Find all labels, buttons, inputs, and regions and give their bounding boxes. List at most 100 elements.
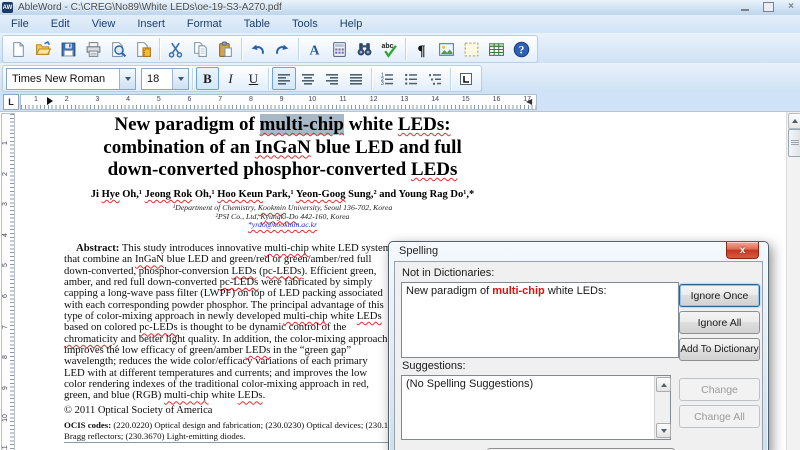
formatting-toolbar: Times New Roman 18 B I U 123: [0, 63, 800, 92]
right-margin-marker[interactable]: ◀: [526, 97, 532, 107]
ruler-number: 9: [279, 96, 284, 103]
ruler-number: 11: [339, 96, 347, 103]
scrollbar-up-arrow[interactable]: [788, 113, 800, 129]
spelling-dialog-title[interactable]: Spelling: [399, 245, 438, 257]
horizontal-ruler: 1 2 3 4 5 6 7 8 9 10 11 12 13 14 15 16 17 ◀: [20, 94, 537, 110]
align-left-icon[interactable]: [272, 67, 296, 90]
suggestions-scrollbar[interactable]: [654, 376, 671, 439]
window-title: AbleWord - C:\CREG\No89\White LEDs\oe-19…: [18, 2, 282, 13]
numbered-list-icon[interactable]: 123: [375, 67, 399, 90]
menu-edit[interactable]: Edit: [40, 15, 81, 33]
font-name-select[interactable]: Times New Roman: [6, 67, 136, 90]
new-document-icon[interactable]: [6, 37, 31, 61]
align-center-icon[interactable]: [296, 67, 320, 90]
spelling-dialog-body: Not in Dictionaries: New paradigm of mul…: [394, 261, 763, 450]
redo-icon[interactable]: [270, 37, 295, 61]
ruler-h-numbers: 1 2 3 4 5 6 7 8 9 10 11 12 13 14 15 16 17: [21, 95, 536, 109]
insert-table-icon[interactable]: [484, 37, 509, 61]
maximize-button[interactable]: [763, 2, 775, 12]
misspelled-sentence-box[interactable]: New paradigm of multi-chip white LEDs:: [401, 282, 679, 358]
ruler-number: 4: [126, 96, 131, 103]
cut-icon[interactable]: [163, 37, 188, 61]
ruler-number: 7: [2, 324, 9, 329]
ruler-number: 4: [2, 232, 9, 237]
font-name-dropdown-arrow[interactable]: [119, 68, 135, 89]
paragraph-marks-icon[interactable]: ¶: [409, 37, 434, 61]
paste-icon[interactable]: [213, 37, 238, 61]
ruler-number: 8: [248, 96, 253, 103]
menu-bar: File Edit View Insert Format Table Tools…: [0, 15, 800, 33]
ruler-number: 2: [2, 171, 9, 176]
close-window-button[interactable]: ×: [788, 2, 794, 12]
dialog-close-icon[interactable]: x: [726, 242, 759, 259]
no-suggestions-text: (No Spelling Suggestions): [406, 378, 534, 390]
save-icon[interactable]: [56, 37, 81, 61]
open-icon[interactable]: [31, 37, 56, 61]
ignore-all-button[interactable]: Ignore All: [679, 311, 760, 334]
suggestions-listbox[interactable]: (No Spelling Suggestions): [401, 375, 671, 440]
scrollbar-thumb[interactable]: [788, 129, 800, 157]
ruler-number: 3: [95, 96, 100, 103]
insert-frame-icon[interactable]: [459, 37, 484, 61]
underline-button[interactable]: U: [242, 67, 265, 90]
ruler-number: 9: [2, 385, 9, 390]
ruler-number: 2: [64, 96, 69, 103]
ruler-number: 8: [2, 355, 9, 360]
justify-icon[interactable]: [344, 67, 368, 90]
find-icon[interactable]: [352, 37, 377, 61]
change-all-button[interactable]: Change All: [679, 405, 760, 428]
print-icon[interactable]: [81, 37, 106, 61]
ignore-once-button[interactable]: Ignore Once: [679, 284, 760, 307]
align-right-icon[interactable]: [320, 67, 344, 90]
svg-text:A: A: [310, 42, 320, 57]
svg-text:3: 3: [381, 81, 384, 87]
ruler-v-numbers: 1 2 3 4 5 6 7 8 9 10 11: [2, 114, 14, 450]
ruler-number: 7: [218, 96, 223, 103]
multilevel-list-icon[interactable]: [423, 67, 447, 90]
ruler-number: 3: [2, 202, 9, 207]
bullet-list-icon[interactable]: [399, 67, 423, 90]
help-icon[interactable]: ?: [509, 37, 534, 61]
menu-format[interactable]: Format: [176, 15, 233, 33]
italic-button[interactable]: I: [219, 67, 242, 90]
menu-file[interactable]: File: [0, 15, 40, 33]
menu-table[interactable]: Table: [233, 15, 281, 33]
font-size-dropdown-arrow[interactable]: [172, 68, 188, 89]
title-bar: AW AbleWord - C:\CREG\No89\White LEDs\oe…: [0, 0, 800, 15]
font-name-value: Times New Roman: [12, 72, 106, 85]
suggestions-label: Suggestions:: [402, 360, 466, 372]
add-to-dictionary-button[interactable]: Add To Dictionary: [679, 338, 760, 361]
tab-selector-button[interactable]: L: [3, 94, 19, 110]
ruler-number: 13: [400, 96, 409, 103]
paper-authors: Ji Hye Oh,¹ Jeong Rok Oh,¹ Hoo Keun Park…: [90, 189, 475, 200]
spell-check-icon[interactable]: abc: [377, 37, 402, 61]
menu-view[interactable]: View: [81, 15, 127, 33]
page-setup-icon[interactable]: [131, 37, 156, 61]
font-color-icon[interactable]: A: [302, 37, 327, 61]
ruler-number: 1: [34, 96, 38, 103]
undo-icon[interactable]: [245, 37, 270, 61]
insert-image-icon[interactable]: [434, 37, 459, 61]
ableword-window: AW AbleWord - C:\CREG\No89\White LEDs\oe…: [0, 0, 800, 450]
menu-insert[interactable]: Insert: [126, 15, 176, 33]
ruler-number: 15: [461, 96, 470, 103]
paper-affiliations: ¹Department of Chemistry, Kookmin Univer…: [20, 203, 545, 230]
copy-icon[interactable]: [188, 37, 213, 61]
calculator-icon[interactable]: [327, 37, 352, 61]
paper-title-line2: combination of an InGaN blue LED and ful…: [103, 136, 462, 158]
vertical-scrollbar[interactable]: [786, 112, 800, 450]
menu-tools[interactable]: Tools: [281, 15, 329, 33]
paper-title-line3: down-converted phosphor-converted LEDs: [107, 159, 458, 180]
menu-help[interactable]: Help: [329, 15, 374, 33]
change-button[interactable]: Change: [679, 378, 760, 401]
tab-stop-icon[interactable]: [454, 67, 478, 90]
print-preview-icon[interactable]: [106, 37, 131, 61]
indent-marker[interactable]: [47, 97, 53, 105]
ruler-number: 10: [2, 414, 9, 423]
suggestions-scroll-up-icon[interactable]: [656, 377, 671, 392]
minimize-button[interactable]: [741, 9, 750, 11]
standard-toolbar: A abc ¶ ?: [0, 33, 800, 63]
font-size-select[interactable]: 18: [141, 67, 189, 90]
bold-button[interactable]: B: [196, 67, 219, 90]
suggestions-scroll-down-icon[interactable]: [656, 423, 671, 438]
